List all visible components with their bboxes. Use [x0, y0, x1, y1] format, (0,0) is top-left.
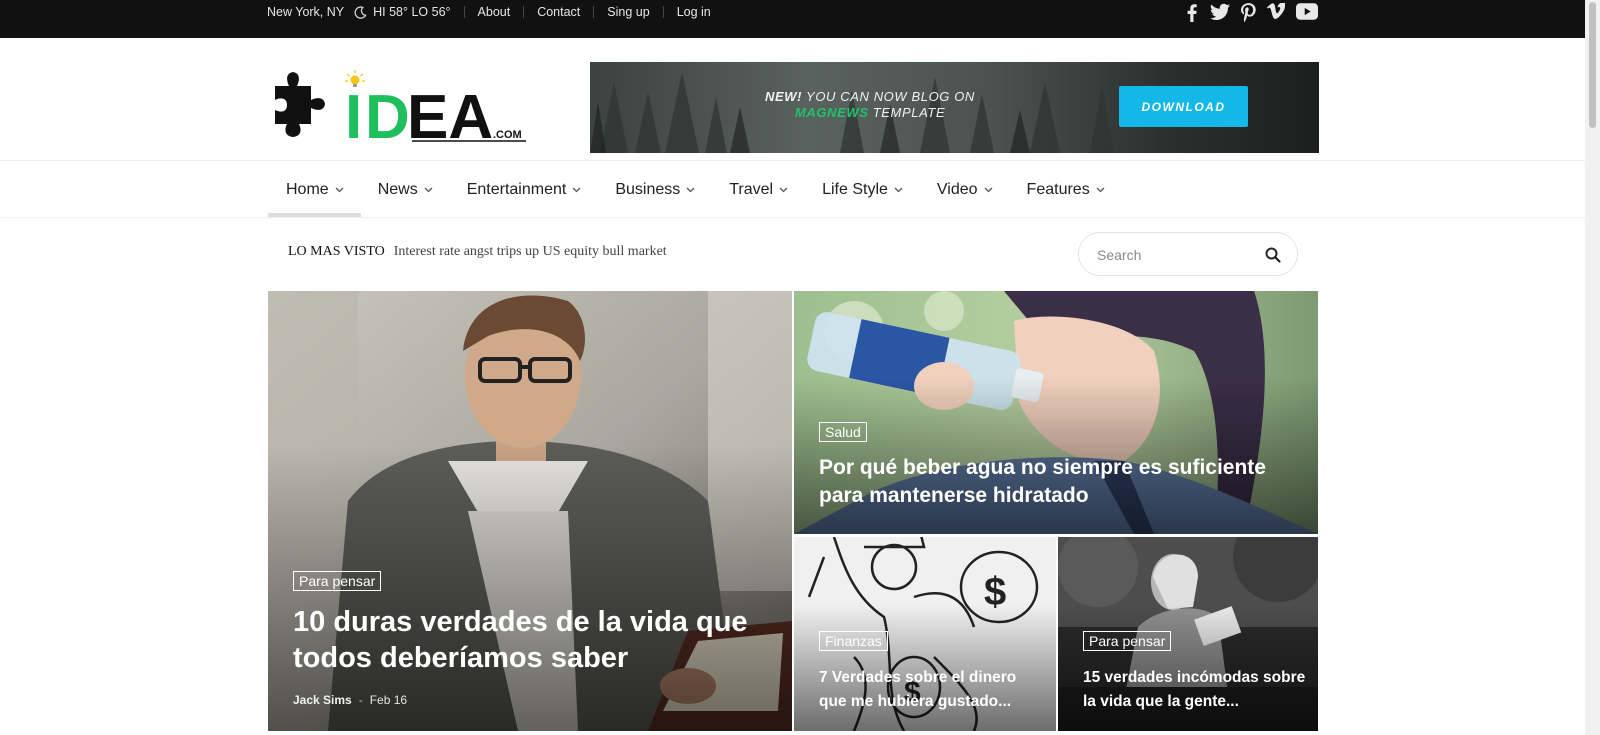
chevron-down-icon [686, 187, 695, 193]
nav-label: Travel [729, 181, 774, 198]
ad-banner[interactable]: NEW! YOU CAN NOW BLOG ON MAGNEWS TEMPLAT… [590, 62, 1319, 153]
logo-letter-i: I [345, 83, 362, 148]
search-icon[interactable] [1265, 247, 1281, 263]
nav-item-entertainment[interactable]: Entertainment [450, 163, 599, 217]
weather-widget: HI 58° LO 56° [344, 5, 451, 19]
signup-link[interactable]: Sing up [607, 5, 649, 19]
nav-label: Features [1026, 181, 1090, 198]
nav-label: Video [936, 181, 978, 198]
nav-item-features[interactable]: Features [1010, 163, 1122, 217]
top-bar: New York, NY HI 58° LO 56° About Contact… [0, 0, 1585, 38]
category-badge[interactable]: Finanzas [819, 631, 888, 651]
about-link[interactable]: About [478, 5, 511, 19]
search-box [1078, 232, 1298, 276]
nav-divider-bottom [0, 217, 1585, 218]
featured-main-card[interactable]: Para pensar 10 duras verdades de la vida… [268, 291, 792, 731]
top-bar-left: New York, NY HI 58° LO 56° About Contact… [267, 0, 711, 24]
nav-divider-top [0, 160, 1585, 161]
trending-ticker: LO MAS VISTO Interest rate angst trips u… [288, 244, 667, 260]
nav-label: Life Style [822, 181, 888, 198]
logo-suffix: .COM [493, 129, 522, 141]
login-link[interactable]: Log in [677, 5, 711, 19]
post-date: Feb 16 [369, 693, 408, 707]
banner-line1-text: YOU CAN NOW BLOG ON [806, 89, 975, 104]
nav-item-travel[interactable]: Travel [712, 163, 805, 217]
chevron-down-icon [894, 187, 903, 193]
nav-label: News [377, 181, 418, 198]
featured-bottom-left-title[interactable]: 7 Verdades sobre el dinero que me hubier… [819, 666, 1044, 714]
main-nav: Home News Entertainment Business Travel … [268, 163, 1122, 217]
logo-letters-ea: EA [407, 83, 493, 148]
post-meta: Jack Sims - Feb 16 [293, 693, 407, 707]
twitter-icon[interactable] [1210, 3, 1230, 21]
location-text: New York, NY [267, 5, 345, 19]
chevron-down-icon [424, 187, 433, 193]
featured-top-right-card[interactable]: Salud Por qué beber agua no siempre es s… [794, 291, 1318, 534]
page-scrollbar[interactable] [1585, 0, 1600, 735]
nav-label: Home [286, 181, 329, 198]
logo-letter-d: D [365, 83, 410, 148]
nav-label: Business [615, 181, 681, 198]
divider [662, 6, 664, 18]
featured-bottom-right-title[interactable]: 15 verdades incómodas sobre la vida que … [1083, 666, 1308, 714]
contact-link[interactable]: Contact [537, 5, 580, 19]
meta-separator: - [358, 693, 363, 707]
puzzle-icon [275, 72, 325, 137]
nav-item-home[interactable]: Home [268, 163, 361, 217]
scrollbar-thumb[interactable] [1589, 2, 1596, 128]
author-name[interactable]: Jack Sims [293, 693, 352, 707]
moon-icon [354, 5, 367, 19]
banner-line2-text: TEMPLATE [872, 105, 946, 120]
nav-label: Entertainment [466, 181, 567, 198]
vimeo-icon[interactable] [1267, 3, 1285, 20]
banner-brand: MAGNEWS [795, 105, 869, 120]
banner-line-1: NEW! YOU CAN NOW BLOG ON [765, 89, 975, 104]
ticker-label: LO MAS VISTO [288, 244, 385, 259]
ticker-headline[interactable]: Interest rate angst trips up US equity b… [394, 244, 667, 260]
facebook-icon[interactable] [1185, 3, 1198, 22]
chevron-down-icon [335, 187, 344, 193]
chevron-down-icon [984, 187, 993, 193]
search-input[interactable] [1097, 244, 1257, 266]
site-logo[interactable]: I D EA .COM [271, 68, 531, 148]
chevron-down-icon [1096, 187, 1105, 193]
banner-line-2: MAGNEWS TEMPLATE [795, 105, 945, 120]
category-badge[interactable]: Salud [819, 422, 867, 442]
pinterest-icon[interactable] [1241, 3, 1256, 22]
nav-item-business[interactable]: Business [598, 163, 712, 217]
category-badge[interactable]: Para pensar [293, 571, 382, 591]
banner-new-label: NEW! [765, 89, 803, 104]
divider [593, 6, 595, 18]
category-badge[interactable]: Para pensar [1083, 631, 1172, 651]
divider [523, 6, 525, 18]
download-button[interactable]: DOWNLOAD [1119, 86, 1248, 127]
featured-bottom-left-card[interactable]: $ $ Finanzas 7 Verdades sobre el dinero … [794, 537, 1056, 731]
divider [463, 6, 465, 18]
youtube-icon[interactable] [1296, 3, 1318, 20]
nav-item-video[interactable]: Video [920, 163, 1010, 217]
chevron-down-icon [779, 187, 788, 193]
chevron-down-icon [572, 187, 581, 193]
featured-bottom-right-card[interactable]: Para pensar 15 verdades incómodas sobre … [1058, 537, 1318, 731]
nav-item-lifestyle[interactable]: Life Style [805, 163, 920, 217]
featured-top-right-title[interactable]: Por qué beber agua no siempre es suficie… [819, 454, 1289, 510]
nav-item-news[interactable]: News [361, 163, 450, 217]
featured-main-title[interactable]: 10 duras verdades de la vida que todos d… [293, 604, 763, 676]
weather-text: HI 58° LO 56° [373, 5, 451, 19]
